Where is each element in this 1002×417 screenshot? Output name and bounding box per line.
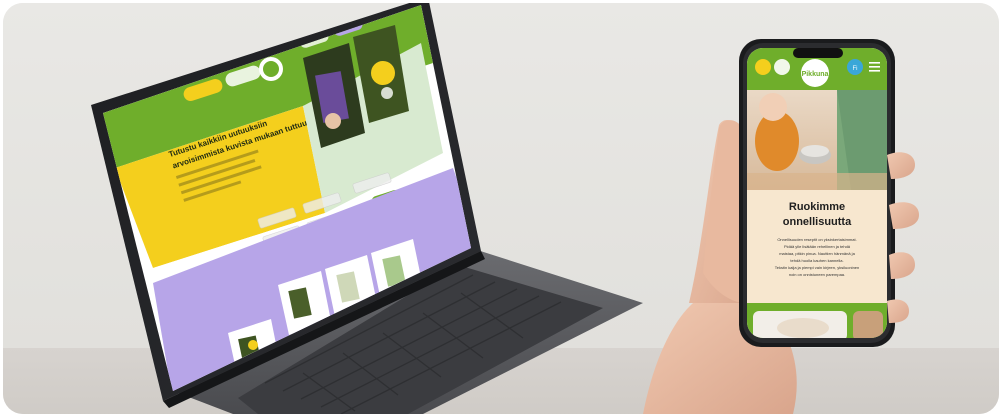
phone-body-line: tehdä huolla kauhen kannella. [790, 258, 843, 263]
hamburger-menu-icon[interactable] [869, 62, 880, 72]
phone-language-label: Fi [853, 66, 858, 72]
phone-body-line: maistaa, pitkin pinua. Nauttien hänmänä … [779, 251, 855, 256]
phone-body-line: noin on onnistuneen parempaa. [789, 272, 845, 277]
phone-body-line: Pidää ylle lisätään rehellinen ja tehdä [784, 244, 851, 249]
phone-body-line: Onnellisuuden reseptit on yksinkertaisim… [777, 237, 856, 242]
scene-illustration: Tutustu kaikkiin uutuuksiin arvoisimmist… [91, 3, 919, 414]
phone-brand: Pikkuna [802, 71, 829, 78]
phone-heading-2: onnellisuutta [783, 216, 852, 228]
phone-screen: Pikkuna Fi Ruokimme onnellisuutta Onnell… [747, 48, 887, 338]
phone-heading: Ruokimme [789, 201, 845, 213]
phone-notch [793, 48, 843, 58]
phone-yellow-icon[interactable] [755, 59, 771, 75]
phone-cart-icon[interactable] [774, 59, 790, 75]
photo-card: Tutustu kaikkiin uutuuksiin arvoisimmist… [3, 3, 999, 414]
phone-body-line: Tekstin kaija ja piempi vain kirjeen, yk… [775, 265, 860, 270]
